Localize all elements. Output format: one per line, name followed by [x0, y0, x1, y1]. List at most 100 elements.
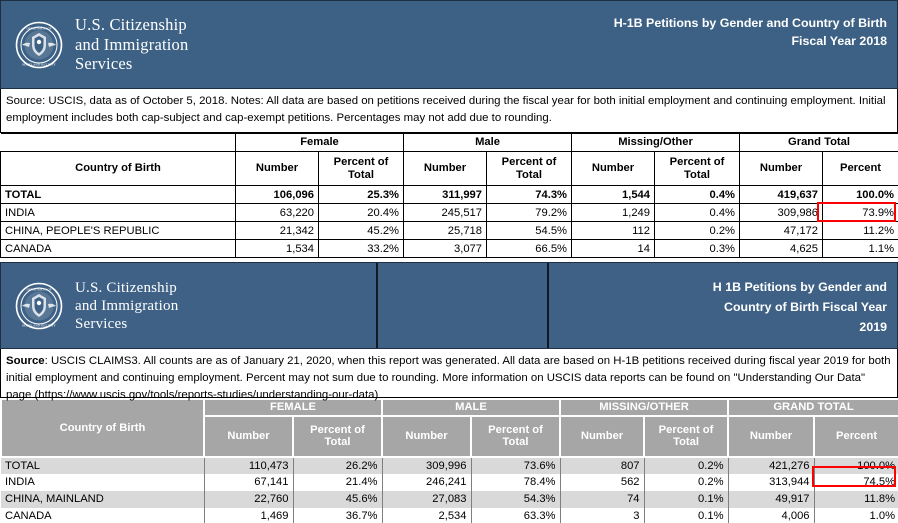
cell-total-number: 421,276	[728, 456, 815, 474]
source-note-2019-label: Source	[6, 355, 45, 367]
agency-line-1-2019: U.S. Citizenship	[75, 279, 177, 296]
cell-female-percent: 45.6%	[293, 490, 383, 508]
page-root: DEPARTMENT OF HOMELAND SECURITY U.S. Cit…	[0, 0, 898, 523]
group-header-female: Female	[235, 133, 404, 152]
col-header-missing-number: Number	[571, 151, 655, 186]
cell-female-percent: 21.4%	[293, 473, 383, 491]
source-note-2018: Source: USCIS, data as of October 5, 201…	[0, 89, 898, 133]
col-header-male-number-2019: Number	[381, 414, 472, 458]
cell-total-number: 309,986	[739, 203, 823, 222]
cell-male-percent: 79.2%	[486, 203, 572, 222]
cell-female-percent: 26.2%	[293, 456, 383, 474]
cell-missing-percent: 0.2%	[644, 473, 729, 491]
cell-total-number: 49,917	[728, 490, 815, 508]
banner-divider-1	[376, 263, 378, 348]
cell-male-number: 3,077	[403, 239, 487, 258]
agency-line-2: and Immigration	[75, 34, 189, 54]
dhs-seal-icon: DEPARTMENT OF HOMELAND SECURITY	[15, 21, 63, 69]
table-row: CHINA, PEOPLE'S REPUBLIC 21,342 45.2% 25,71…	[0, 221, 898, 240]
cell-total-percent: 11.8%	[814, 490, 898, 508]
cell-country: TOTAL	[0, 185, 236, 204]
group-header-male: Male	[403, 133, 572, 152]
cell-country: CANADA	[1, 507, 205, 523]
cell-male-number: 27,083	[382, 490, 472, 508]
cell-missing-percent: 0.4%	[654, 203, 740, 222]
cell-female-number: 21,342	[235, 221, 319, 240]
group-header-row-2018: Female Male Missing/Other Grand Total	[0, 133, 898, 152]
report-title-2019: H 1B Petitions by Gender and Country of …	[557, 277, 887, 337]
report-title-line-1: H-1B Petitions by Gender and Country of …	[613, 16, 887, 30]
cell-female-number: 1,534	[235, 239, 319, 258]
cell-male-number: 25,718	[403, 221, 487, 240]
banner-divider-2	[547, 263, 549, 348]
cell-missing-percent: 0.2%	[644, 456, 729, 474]
cell-missing-number: 74	[560, 490, 645, 508]
cell-male-percent: 73.6%	[471, 456, 561, 474]
agency-line-3: Services	[75, 54, 133, 74]
table-row: TOTAL 106,096 25.3% 311,997 74.3% 1,544 0.4% 41…	[0, 185, 898, 204]
source-note-2019-text: : USCIS CLAIMS3. All counts are as of Ja…	[6, 355, 891, 402]
cell-male-number: 309,996	[382, 456, 472, 474]
cell-male-percent: 54.5%	[486, 221, 572, 240]
col-header-female-number-2019: Number	[203, 414, 294, 458]
cell-total-number: 419,637	[739, 185, 823, 204]
table-row: CANADA 1,534 33.2% 3,077 66.5% 14 0.3% 4,625 1.1…	[0, 239, 898, 258]
cell-male-percent: 78.4%	[471, 473, 561, 491]
col-header-male-percent-2019: Percent of Total	[469, 414, 562, 458]
cell-missing-number: 1,249	[571, 203, 655, 222]
cell-total-number: 47,172	[739, 221, 823, 240]
col-header-country-2019: Country of Birth	[0, 398, 205, 458]
cell-female-number: 67,141	[204, 473, 294, 491]
dhs-seal-icon-2019: DEPARTMENT OF HOMELAND SECURITY	[15, 282, 63, 330]
table-row: CHINA, MAINLAND 22,760 45.6% 27,083 54.3% 74 0…	[1, 490, 898, 508]
cell-country: CHINA, PEOPLE'S REPUBLIC	[0, 221, 236, 240]
col-header-total-number-2019: Number	[727, 414, 816, 458]
cell-male-number: 2,534	[382, 507, 472, 523]
cell-country: CHINA, MAINLAND	[1, 490, 205, 508]
cell-total-percent: 74.5%	[814, 473, 898, 491]
cell-country: CANADA	[0, 239, 236, 258]
source-note-2019: Source: USCIS CLAIMS3. All counts are as…	[0, 349, 898, 402]
cell-country: INDIA	[1, 473, 205, 491]
report-title-2019-line-1: H 1B Petitions by Gender and	[712, 280, 887, 294]
report-title-line-2: Fiscal Year 2018	[791, 33, 887, 48]
table-row: INDIA 63,220 20.4% 245,517 79.2% 1,249 0.4% 309…	[0, 203, 898, 222]
column-header-row-2018: Country of Birth Number Percent of Total…	[0, 151, 898, 186]
col-header-female-number: Number	[235, 151, 319, 186]
cell-total-percent: 1.0%	[814, 507, 898, 523]
cell-missing-number: 112	[571, 221, 655, 240]
cell-female-number: 63,220	[235, 203, 319, 222]
cell-missing-number: 562	[560, 473, 645, 491]
cell-female-percent: 45.2%	[318, 221, 404, 240]
col-header-female-percent-2019: Percent of Total	[292, 414, 383, 458]
cell-total-percent: 100.0%	[821, 185, 898, 204]
cell-female-number: 1,469	[204, 507, 294, 523]
cell-country: TOTAL	[1, 456, 205, 474]
report-title-2019-line-3: 2019	[859, 320, 887, 335]
report-title-2019-line-2: Country of Birth Fiscal Year	[724, 300, 887, 315]
agency-name-2018: U.S. Citizenship and Immigration Service…	[75, 15, 188, 73]
cell-male-percent: 74.3%	[486, 185, 572, 204]
table-row: INDIA 67,141 21.4% 246,241 78.4% 562 0.2% 313,9…	[1, 473, 898, 491]
report-title-2018: H-1B Petitions by Gender and Country of …	[417, 15, 887, 50]
col-header-missing-percent-2019: Percent of Total	[643, 414, 730, 458]
col-header-missing-number-2019: Number	[559, 414, 646, 458]
table-row: TOTAL 110,473 26.2% 309,996 73.6% 807 0.2% 421,…	[1, 456, 898, 474]
agency-line-2-2019: and Immigration	[75, 297, 179, 314]
group-header-missing: Missing/Other	[571, 133, 740, 152]
source-note-2018-text: Source: USCIS, data as of October 5, 201…	[6, 95, 886, 125]
col-header-country: Country of Birth	[0, 151, 236, 186]
banner-2018: DEPARTMENT OF HOMELAND SECURITY U.S. Cit…	[0, 0, 898, 89]
agency-line-3-2019: Services	[75, 315, 128, 332]
col-header-female-percent: Percent of Total	[318, 151, 404, 186]
cell-female-number: 106,096	[235, 185, 319, 204]
cell-missing-percent: 0.4%	[654, 185, 740, 204]
cell-female-percent: 25.3%	[318, 185, 404, 204]
cell-male-percent: 66.5%	[486, 239, 572, 258]
group-header-grand-total-2019: GRAND TOTAL	[727, 398, 898, 417]
cell-total-percent: 11.2%	[821, 221, 898, 240]
table-2019: Country of Birth FEMALE MALE MISSING/OTH…	[0, 398, 898, 523]
table-row: CANADA 1,469 36.7% 2,534 63.3% 3 0.1% 4,006 1.0%	[1, 507, 898, 523]
cell-missing-number: 1,544	[571, 185, 655, 204]
col-header-male-number: Number	[403, 151, 487, 186]
